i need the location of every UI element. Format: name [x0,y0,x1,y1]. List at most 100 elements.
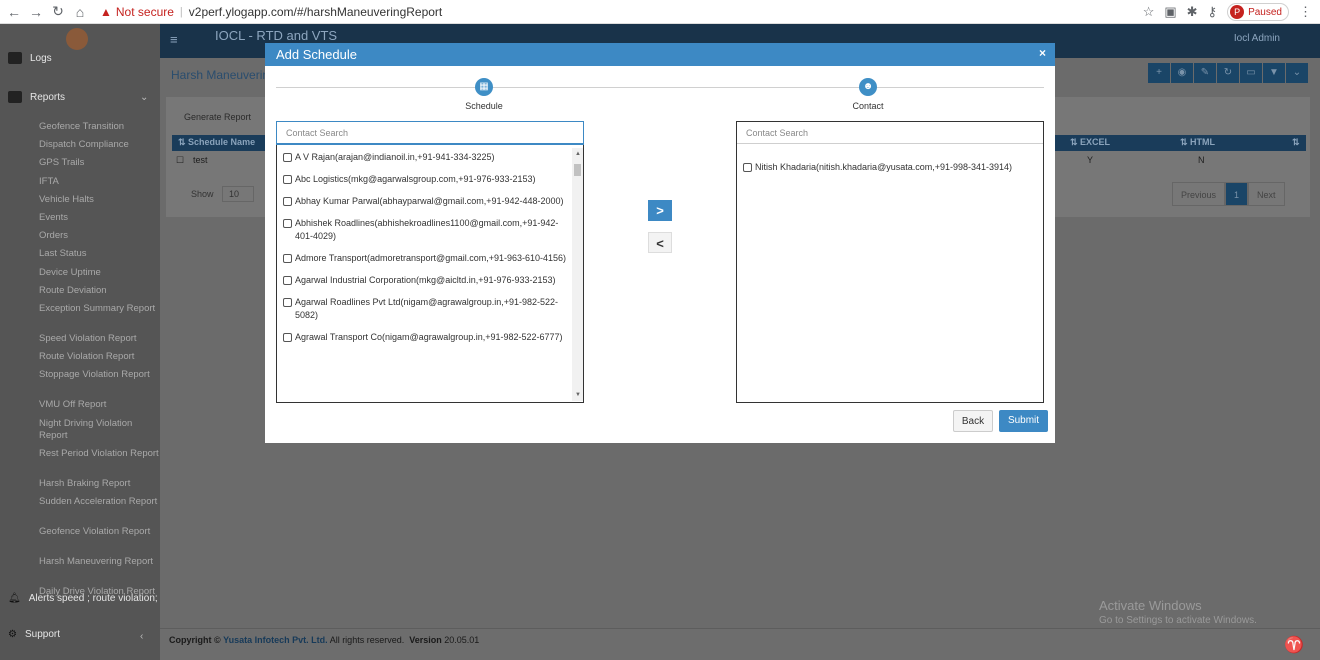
chevron-down-icon: ⌄ [140,92,149,103]
available-contacts-box: Contact Search A V Rajan(arajan@indianoi… [276,121,584,403]
sidebar-item-dispatch-compliance[interactable]: Dispatch Compliance [39,139,159,151]
move-left-button[interactable]: < [648,232,672,253]
row-checkbox[interactable]: ☐ [176,155,184,166]
refresh-icon[interactable]: ↻ [1217,63,1239,83]
contact-checkbox[interactable] [283,197,292,206]
sidebar-item-support[interactable]: ⚙ Support [8,629,60,640]
sidebar-item-route-deviation[interactable]: Route Deviation [39,285,159,297]
sidebar-item-vmu-off-report[interactable]: VMU Off Report [39,399,159,411]
sort-icon[interactable]: ⇅ [1292,137,1300,148]
step-contact[interactable]: ☻ Contact [818,78,918,111]
extension-icon[interactable]: ▣ [1164,4,1176,20]
page-size-select[interactable]: 10 [222,186,255,202]
sidebar-item-rest-period-violation-report[interactable]: Rest Period Violation Report [39,448,159,460]
sidebar-item-orders[interactable]: Orders [39,230,159,242]
home-icon[interactable]: ⌂ [72,4,88,20]
contact-list-item[interactable]: Abc Logistics(mkg@agarwalsgroup.com,+91-… [277,170,572,189]
sidebar-item-daily-drive-violation-report[interactable]: Daily Drive Violation Report [39,586,159,598]
sidebar-item-events[interactable]: Events [39,212,159,224]
move-right-button[interactable]: > [648,200,672,221]
pagination: Previous 1 Next [1172,182,1285,206]
sidebar-item-device-uptime[interactable]: Device Uptime [39,267,159,279]
previous-button[interactable]: Previous [1172,182,1226,206]
next-button[interactable]: Next [1248,182,1285,206]
contact-checkbox[interactable] [283,175,292,184]
forward-arrow-icon[interactable]: → [28,4,44,20]
sidebar-item-exception-summary-report[interactable]: Exception Summary Report [39,303,159,315]
menu-kebab-icon[interactable]: ⋮ [1299,4,1312,20]
calendar-icon: ▦ [475,78,493,96]
scrollbar[interactable]: ▲ ▼ [572,148,583,401]
contact-checkbox[interactable] [283,298,292,307]
step-schedule[interactable]: ▦ Schedule [434,78,534,111]
contact-list-item[interactable]: Abhishek Roadlines(abhishekroadlines1100… [277,214,572,246]
sidebar-item-logs[interactable]: Logs [8,52,52,64]
submit-button[interactable]: Submit [999,410,1048,432]
user-menu[interactable]: Iocl Admin [1234,33,1280,44]
sidebar-item-reports[interactable]: Reports [8,91,65,103]
address-bar[interactable]: v2perf.ylogapp.com/#/harshManeuveringRep… [189,5,442,19]
warning-icon: ▲ [100,4,112,19]
column-excel[interactable]: ⇅ EXCEL [1070,137,1110,148]
dropdown-icon[interactable]: ⌄ [1286,63,1308,83]
contact-checkbox[interactable] [283,254,292,263]
company-link[interactable]: Yusata Infotech Pvt. Ltd. [223,635,328,645]
sidebar: Logs Reports ⌄ 🔔︎ Alerts speed ; route vi… [0,24,160,660]
windows-activation-watermark: Activate Windows Go to Settings to activ… [1099,598,1257,626]
contact-list-item[interactable]: Abhay Kumar Parwal(abhayparwal@gmail.com… [277,192,572,211]
sidebar-item-geofence-transition[interactable]: Geofence Transition [39,121,159,133]
selected-contacts-box: Contact Search Nitish Khadaria(nitish.kh… [736,121,1044,403]
contact-list-item[interactable]: Admore Transport(admoretransport@gmail.c… [277,249,572,268]
contact-list-item[interactable]: A V Rajan(arajan@indianoil.in,+91-941-33… [277,148,572,167]
sidebar-item-harsh-braking-report[interactable]: Harsh Braking Report [39,478,159,490]
table-cell: N [1198,155,1205,165]
key-icon[interactable]: ⚷ [1208,4,1218,20]
add-icon[interactable]: + [1148,63,1170,83]
hamburger-icon[interactable]: ≡ [170,32,178,47]
left-contact-search-input[interactable]: Contact Search [276,121,584,145]
profile-button[interactable]: P Paused [1227,3,1289,21]
profile-avatar-icon: P [1230,5,1245,19]
contact-list-item[interactable]: Agrawal Transport Co(nigam@agrawalgroup.… [277,328,572,347]
contact-label: Abc Logistics(mkg@agarwalsgroup.com,+91-… [295,174,536,184]
sidebar-item-geofence-violation-report[interactable]: Geofence Violation Report [39,526,159,538]
edit-icon[interactable]: ✎ [1194,63,1216,83]
sidebar-item-sudden-acceleration-report[interactable]: Sudden Acceleration Report [39,496,159,508]
contact-checkbox[interactable] [283,276,292,285]
contact-list-item[interactable]: Agarwal Roadlines Pvt Ltd(nigam@agrawalg… [277,293,572,325]
sidebar-item-route-violation-report[interactable]: Route Violation Report [39,351,159,363]
sidebar-item-last-status[interactable]: Last Status [39,248,159,260]
support-icon: ⚙ [8,629,17,640]
back-button[interactable]: Back [953,410,993,432]
not-secure-label[interactable]: Not secure [116,5,174,19]
page-1-button[interactable]: 1 [1225,182,1249,206]
sidebar-item-harsh-maneuvering-report[interactable]: Harsh Maneuvering Report [39,556,159,568]
eye-icon[interactable]: ◉ [1171,63,1193,83]
tab-generate-report[interactable]: Generate Report [184,112,251,122]
sidebar-item-gps-trails[interactable]: GPS Trails [39,157,159,169]
sidebar-item-speed-violation-report[interactable]: Speed Violation Report [39,333,159,345]
close-icon[interactable]: × [1039,46,1046,60]
column-html[interactable]: ⇅ HTML [1180,137,1215,148]
column-schedule-name[interactable]: ⇅ Schedule Name [178,137,255,148]
selected-contact-item[interactable]: Nitish Khadaria(nitish.khadaria@yusata.c… [737,158,1037,177]
puzzle-icon[interactable]: ✱ [1187,4,1198,20]
filter-icon[interactable]: ▼ [1263,63,1285,83]
contact-label: Abhay Kumar Parwal(abhayparwal@gmail.com… [295,196,564,206]
contact-checkbox[interactable] [283,153,292,162]
sidebar-item-night-driving-violation-report[interactable]: Night Driving Violation Report [39,418,159,442]
contact-checkbox[interactable] [743,163,752,172]
reload-icon[interactable]: ↻ [50,3,66,20]
contact-checkbox[interactable] [283,333,292,342]
contact-list-item[interactable]: Agarwal Industrial Corporation(mkg@aiclt… [277,271,572,290]
sidebar-item-ifta[interactable]: IFTA [39,176,159,188]
back-arrow-icon[interactable]: ← [6,4,22,20]
toggle-icon[interactable]: ▭ [1240,63,1262,83]
contact-label: Abhishek Roadlines(abhishekroadlines1100… [295,218,559,241]
contact-checkbox[interactable] [283,219,292,228]
sidebar-item-vehicle-halts[interactable]: Vehicle Halts [39,194,159,206]
right-contact-search-input[interactable]: Contact Search [737,122,1043,144]
sidebar-item-stoppage-violation-report[interactable]: Stoppage Violation Report [39,369,159,381]
avatar [66,28,88,50]
star-icon[interactable]: ☆ [1143,4,1155,20]
